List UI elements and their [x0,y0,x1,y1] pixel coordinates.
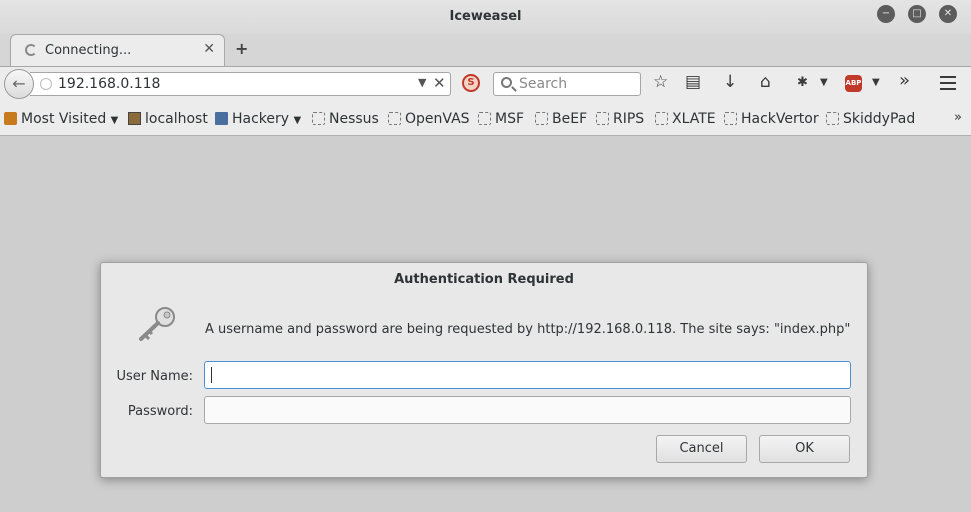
password-label: Password: [127,404,193,419]
bookmarks-toolbar: Most Visited ▼ localhost Hackery ▼ Nessu… [0,102,971,136]
dialog-title: Authentication Required [394,272,574,287]
bookmark-label: RIPS [613,111,645,127]
tab-close-icon[interactable]: ✕ [203,41,215,57]
url-bar[interactable]: 192.168.0.118 ▼ ✕ [30,72,451,96]
bookmark-localhost[interactable]: localhost [128,111,208,127]
folder-icon [215,112,228,125]
close-window-icon[interactable]: ✕ [939,5,957,23]
bookmark-xlate[interactable]: XLATE [655,111,716,127]
localhost-icon [128,112,141,125]
password-field[interactable] [204,396,851,424]
history-dropdown-icon[interactable]: ▼ [418,76,426,89]
page-icon [312,112,325,125]
bookmark-nessus[interactable]: Nessus [312,111,379,127]
bookmark-skiddypad[interactable]: SkiddyPad [826,111,915,127]
noscript-icon[interactable]: S [462,74,480,92]
page-icon [478,112,491,125]
search-input[interactable]: Search [493,72,641,96]
bookmark-label: Hackery [232,111,290,127]
back-button[interactable]: ← [4,69,34,99]
loading-spinner-icon [25,44,37,56]
bookmark-rips[interactable]: RIPS [596,111,644,127]
bookmark-folder-hackery[interactable]: Hackery ▼ [215,111,301,127]
url-text[interactable]: 192.168.0.118 [58,76,160,92]
key-icon [139,307,175,341]
dialog-message: A username and password are being reques… [205,322,851,337]
username-label: User Name: [116,369,194,384]
chevron-down-icon: ▼ [293,115,302,126]
chevron-down-icon: ▼ [110,115,119,126]
search-icon [501,77,512,88]
bookmark-most-visited[interactable]: Most Visited ▼ [4,111,118,127]
bookmark-label: MSF [495,111,525,127]
search-placeholder: Search [519,76,568,92]
bookmarks-menu-icon[interactable]: ▤ [685,72,701,92]
downloads-icon[interactable]: ↓ [723,72,737,92]
maximize-icon[interactable]: □ [908,5,926,23]
ok-button[interactable]: OK [759,435,850,463]
bookmark-label: Most Visited [21,111,107,127]
adblock-icon[interactable]: ABP [845,75,862,92]
stop-loading-icon[interactable]: ✕ [433,74,446,92]
tab-title: Connecting... [45,43,132,58]
hamburger-menu-icon[interactable] [940,76,956,94]
bookmark-label: BeEF [552,111,588,127]
bookmark-msf[interactable]: MSF [478,111,524,127]
new-tab-icon[interactable]: + [235,39,248,58]
bookmark-label: HackVertor [741,111,819,127]
bookmarks-overflow-chevron-icon[interactable]: » [954,110,962,125]
minimize-icon[interactable]: − [877,5,895,23]
page-icon [596,112,609,125]
window-title: Iceweasel [449,9,522,24]
tab-strip: Connecting... ✕ + [0,34,971,66]
window-titlebar: Iceweasel − □ ✕ [0,0,971,34]
bookmark-label: SkiddyPad [843,111,916,127]
bookmark-label: OpenVAS [405,111,470,127]
page-icon [826,112,839,125]
auth-dialog: Authentication Required A username and p… [100,262,868,478]
overflow-chevron-icon[interactable]: » [899,70,910,91]
bookmark-label: XLATE [672,111,716,127]
addon-dropdown-icon[interactable]: ▼ [820,77,828,88]
text-caret [211,367,212,383]
page-icon [535,112,548,125]
bookmark-label: localhost [145,111,208,127]
bookmark-label: Nessus [329,111,379,127]
bookmark-hackvertor[interactable]: HackVertor [724,111,819,127]
addon-bug-icon[interactable]: ✱ [797,75,808,90]
site-identity-icon[interactable] [40,78,52,90]
cancel-button[interactable]: Cancel [656,435,747,463]
username-field[interactable] [204,361,851,389]
bookmark-beef[interactable]: BeEF [535,111,587,127]
navigation-toolbar: 192.168.0.118 ▼ ✕ ← S Search ☆ ▤ ↓ ⌂ ✱ ▼… [0,66,971,102]
page-icon [388,112,401,125]
page-icon [655,112,668,125]
tab-connecting[interactable]: Connecting... ✕ [10,34,225,66]
adblock-dropdown-icon[interactable]: ▼ [872,77,880,88]
bookmark-openvas[interactable]: OpenVAS [388,111,470,127]
page-icon [724,112,737,125]
most-visited-icon [4,112,17,125]
bookmark-star-icon[interactable]: ☆ [653,72,668,92]
home-icon[interactable]: ⌂ [760,72,771,92]
